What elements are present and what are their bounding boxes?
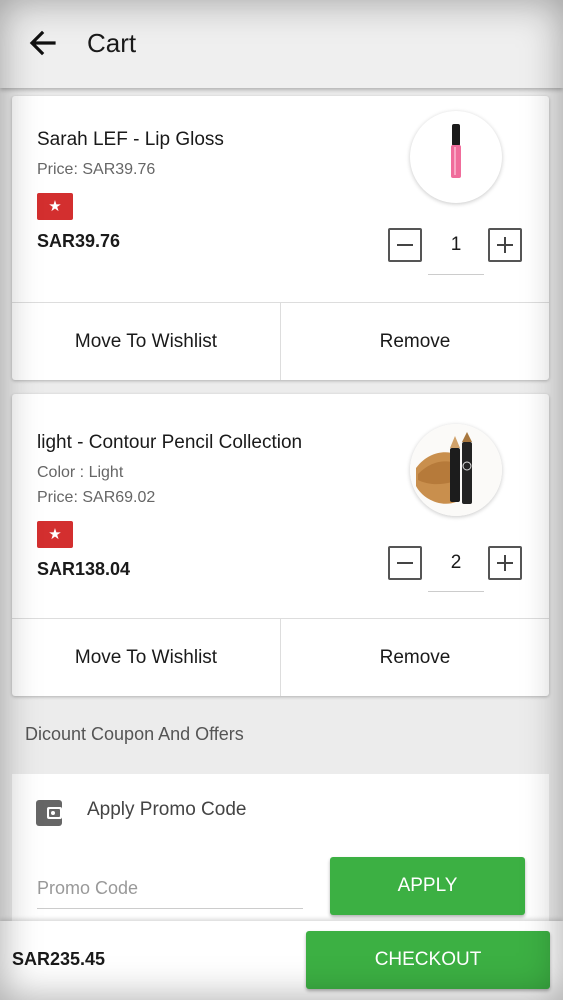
product-name[interactable]: Sarah LEF - Lip Gloss <box>37 129 224 151</box>
offers-section-title: Dicount Coupon And Offers <box>25 724 244 744</box>
star-icon: ★ <box>48 526 62 543</box>
product-image[interactable] <box>410 424 502 516</box>
remove-button[interactable]: Remove <box>280 303 549 380</box>
product-name[interactable]: light - Contour Pencil Collection <box>37 432 302 454</box>
page-title: Cart <box>87 28 137 58</box>
item-total: SAR138.04 <box>37 559 131 579</box>
grand-total: SAR235.45 <box>12 949 106 969</box>
minus-icon <box>397 562 413 564</box>
plus-icon <box>497 555 513 571</box>
product-image[interactable] <box>410 111 502 203</box>
remove-button[interactable]: Remove <box>280 619 549 696</box>
checkout-button[interactable]: CHECKOUT <box>306 931 550 989</box>
arrow-left-icon <box>29 30 56 56</box>
quantity-underline <box>428 274 484 275</box>
promo-code-card: Apply Promo Code APPLY <box>12 774 549 934</box>
lip-gloss-product-image <box>451 124 461 178</box>
minus-icon <box>397 244 413 246</box>
star-badge: ★ <box>37 193 73 220</box>
card-actions: Move To Wishlist Remove <box>12 302 549 380</box>
move-to-wishlist-button[interactable]: Move To Wishlist <box>12 619 280 696</box>
increase-quantity-button[interactable] <box>488 546 522 580</box>
decrease-quantity-button[interactable] <box>388 228 422 262</box>
star-badge: ★ <box>37 521 73 548</box>
decrease-quantity-button[interactable] <box>388 546 422 580</box>
product-color: Color : Light <box>37 464 124 481</box>
checkout-bar: SAR235.45 CHECKOUT <box>0 921 563 1000</box>
contour-pencil-product-image <box>410 424 502 516</box>
back-button[interactable] <box>26 26 60 60</box>
plus-icon <box>497 237 513 253</box>
quantity-value: 2 <box>450 552 462 573</box>
promo-code-input[interactable] <box>37 868 303 909</box>
item-total: SAR39.76 <box>37 231 121 251</box>
product-price: Price: SAR69.02 <box>37 489 156 506</box>
cart-item-card: light - Contour Pencil Collection Color … <box>12 394 549 696</box>
quantity-value: 1 <box>450 234 462 255</box>
apply-button[interactable]: APPLY <box>330 857 525 915</box>
product-price: Price: SAR39.76 <box>37 161 156 178</box>
quantity-underline <box>428 591 484 592</box>
app-bar: Cart <box>0 0 563 88</box>
wallet-icon <box>36 800 62 826</box>
cart-item-card: Sarah LEF - Lip Gloss Price: SAR39.76 ★ … <box>12 96 549 380</box>
card-actions: Move To Wishlist Remove <box>12 618 549 696</box>
star-icon: ★ <box>48 198 62 215</box>
promo-heading: Apply Promo Code <box>87 799 247 820</box>
move-to-wishlist-button[interactable]: Move To Wishlist <box>12 303 280 380</box>
increase-quantity-button[interactable] <box>488 228 522 262</box>
